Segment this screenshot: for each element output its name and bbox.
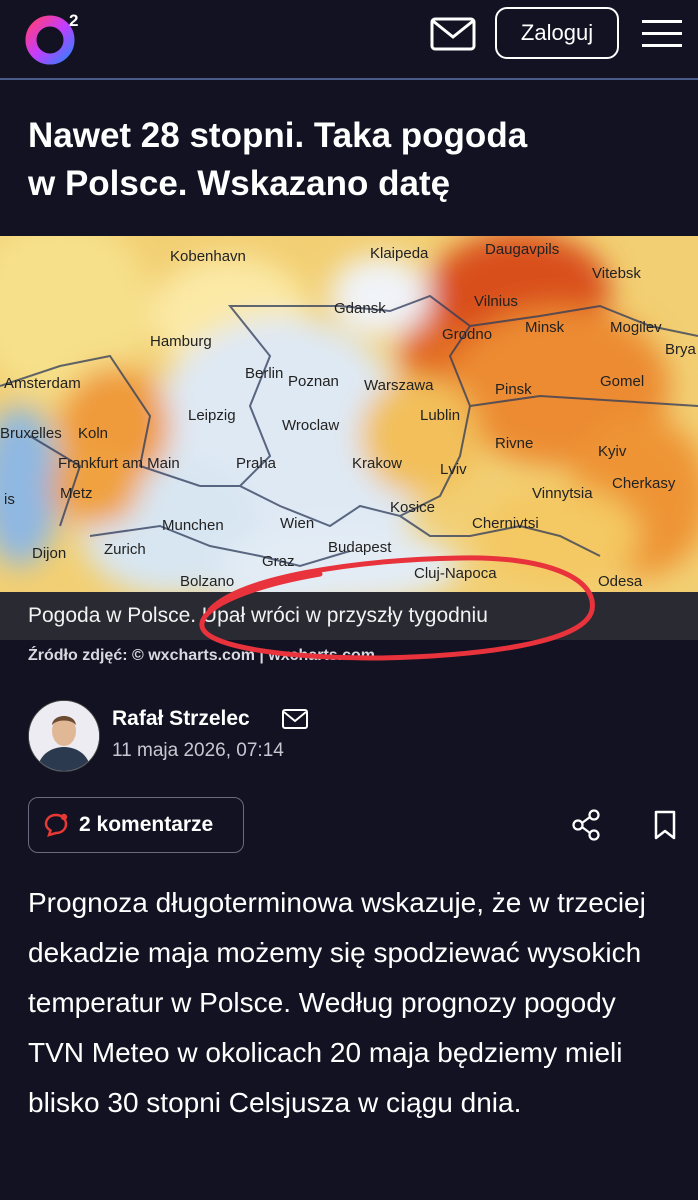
map-label: Lviv [440, 461, 467, 478]
map-label: is [4, 491, 15, 508]
author-photo [29, 701, 99, 771]
map-label: Metz [60, 485, 93, 502]
image-caption: Pogoda w Polsce. Upał wróci w przyszły t… [28, 604, 488, 627]
author-avatar[interactable] [28, 700, 100, 772]
map-label: Kobenhavn [170, 248, 246, 265]
bookmark-icon[interactable] [652, 810, 678, 840]
map-label: Kyiv [598, 443, 627, 460]
article-lead-paragraph: Prognoza długoterminowa wskazuje, że w t… [28, 887, 646, 1118]
author-mail-icon[interactable] [281, 708, 309, 730]
map-label: Amsterdam [4, 375, 81, 392]
author-name[interactable]: Rafał Strzelec [112, 707, 250, 731]
map-label: Cherkasy [612, 475, 676, 492]
share-icon[interactable] [570, 808, 602, 842]
weather-map-image[interactable]: Kobenhavn Klaipeda Daugavpils Vitebsk Vi… [0, 236, 698, 592]
map-label: Berlin [245, 365, 283, 382]
o2-logo[interactable]: 2 [24, 6, 86, 68]
map-label: Grodno [442, 326, 492, 343]
map-label: Hamburg [150, 333, 212, 350]
map-label: Gdansk [334, 300, 386, 317]
map-label: Wroclaw [282, 417, 339, 434]
map-label: Graz [262, 553, 295, 570]
map-label: Munchen [162, 517, 224, 534]
map-label: Wien [280, 515, 314, 532]
comment-icon [44, 813, 68, 837]
map-label: Vitebsk [592, 265, 641, 282]
map-label: Gomel [600, 373, 644, 390]
comments-count-label: 2 komentarze [79, 813, 214, 836]
map-label: Mogilev [610, 319, 662, 336]
logo-superscript: 2 [69, 11, 78, 30]
map-label: Praha [236, 455, 277, 472]
image-source: Źródło zdjęć: © wxcharts.com | wxcharts.… [28, 647, 376, 664]
map-label: Frankfurt am Main [58, 455, 180, 472]
article-title: Nawet 28 stopni. Taka pogoda w Polsce. W… [28, 112, 648, 208]
map-label: Dijon [32, 545, 66, 562]
map-label: Kosice [390, 499, 435, 516]
article-title-line-1: Nawet 28 stopni. Taka pogoda [28, 116, 528, 155]
map-label: Daugavpils [485, 241, 559, 258]
login-button[interactable]: Zaloguj [495, 7, 619, 59]
map-label: Vinnytsia [532, 485, 593, 502]
mail-icon[interactable] [428, 14, 478, 54]
map-label: Poznan [288, 373, 339, 390]
map-label: Krakow [352, 455, 402, 472]
map-label: Vilnius [474, 293, 518, 310]
map-label: Leipzig [188, 407, 236, 424]
map-label: Bruxelles [0, 425, 62, 442]
image-caption-bar: Pogoda w Polsce. Upał wróci w przyszły t… [0, 592, 698, 640]
top-navigation-bar: 2 Zaloguj [0, 0, 698, 80]
map-label: Odesa [598, 573, 643, 590]
map-label: Koln [78, 425, 108, 442]
map-label: Warszawa [364, 377, 434, 394]
publish-date: 11 maja 2026, 07:14 [112, 740, 284, 761]
map-label: Pinsk [495, 381, 532, 398]
comments-button[interactable]: 2 komentarze [28, 797, 244, 853]
map-label: Minsk [525, 319, 565, 336]
map-label: Bolzano [180, 573, 234, 590]
map-label: Rivne [495, 435, 533, 452]
article-title-line-2: w Polsce. Wskazano datę [28, 164, 451, 203]
map-label: Lublin [420, 407, 460, 424]
map-label: Chernivtsi [472, 515, 539, 532]
article-header: Nawet 28 stopni. Taka pogoda w Polsce. W… [0, 80, 698, 236]
map-label: Klaipeda [370, 245, 429, 262]
map-label: Zurich [104, 541, 146, 558]
map-label: Cluj-Napoca [414, 565, 497, 582]
map-label: Budapest [328, 539, 392, 556]
map-label: Brya [665, 341, 697, 358]
hamburger-menu-icon[interactable] [640, 14, 684, 54]
